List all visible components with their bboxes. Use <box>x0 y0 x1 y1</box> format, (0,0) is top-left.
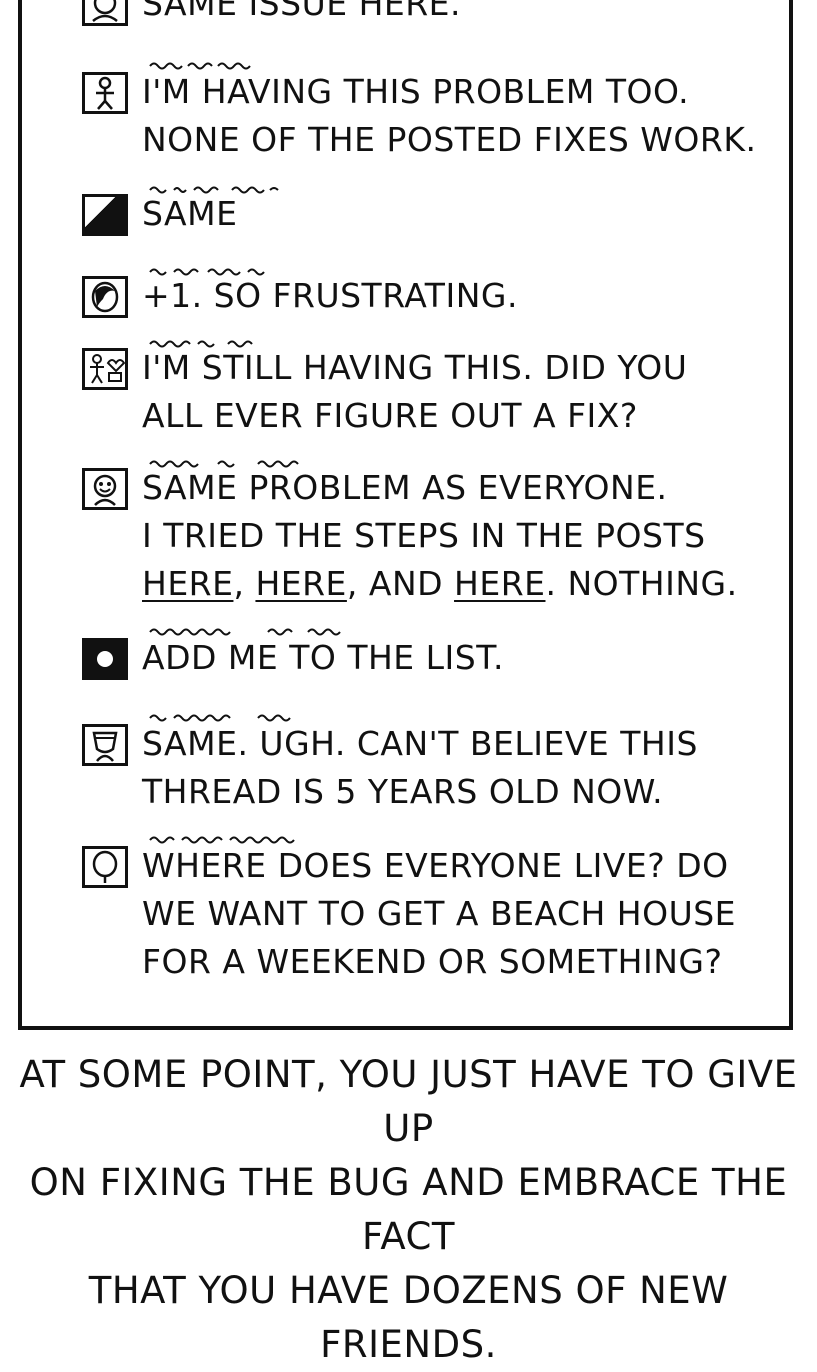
post-line: I TRIED THE STEPS IN THE POSTS <box>142 516 706 555</box>
gremlin-avatar-icon <box>82 468 128 510</box>
post-text: SAME. UGH. CAN'T BELIEVE THIS THREAD IS … <box>142 724 698 811</box>
here-link-1[interactable]: HERE <box>142 564 233 603</box>
comic-panel: SAME ISSUE HERE. I'M HAVING THIS PROBLEM… <box>18 0 793 1030</box>
post-text: ADD ME TO THE LIST. <box>142 638 504 677</box>
post-line: SAME PROBLEM AS EVERYONE. <box>142 468 668 507</box>
post-text: I'M STILL HAVING THIS. DID YOU ALL EVER … <box>142 348 688 435</box>
separator-text: , AND <box>346 564 455 603</box>
blank-face-avatar-icon <box>82 846 128 888</box>
trailing-text: . NOTHING. <box>545 564 738 603</box>
cup-face-avatar-icon <box>82 724 128 766</box>
post-text: +1. SO FRUSTRATING. <box>142 276 518 315</box>
dot-avatar-icon <box>82 638 128 680</box>
user-avatar-icon <box>82 0 128 26</box>
post-text: SAME <box>142 194 238 233</box>
post-text: SAME ISSUE HERE. <box>142 0 462 23</box>
comic-caption: AT SOME POINT, YOU JUST HAVE TO GIVE UP … <box>19 1053 798 1366</box>
diagonal-avatar-icon <box>82 194 128 236</box>
post-text: WHERE DOES EVERYONE LIVE? DO WE WANT TO … <box>142 846 737 981</box>
hooded-face-avatar-icon <box>82 276 128 318</box>
post-line-links: HERE, HERE, AND HERE. NOTHING. <box>142 560 789 608</box>
here-link-2[interactable]: HERE <box>255 564 346 603</box>
post-text-with-links: SAME PROBLEM AS EVERYONE. I TRIED THE ST… <box>142 464 789 608</box>
post-text: I'M HAVING THIS PROBLEM TOO. NONE OF THE… <box>142 72 757 159</box>
here-link-3[interactable]: HERE <box>454 564 545 603</box>
group-avatar-icon <box>82 348 128 390</box>
stick-figure-avatar-icon <box>82 72 128 114</box>
separator-text: , <box>233 564 256 603</box>
